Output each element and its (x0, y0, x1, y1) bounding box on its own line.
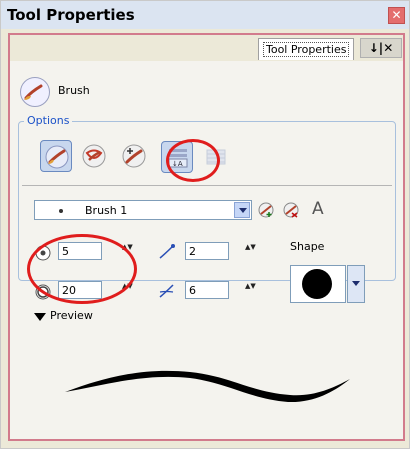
brush-preset-dropdown[interactable]: Brush 1 (34, 200, 252, 220)
tool-properties-panel: Tool Properties ↓|✕ Brush Options ↓A Bru… (8, 33, 405, 441)
font-icon[interactable]: A (312, 199, 324, 219)
contour-smoothness-field[interactable]: 6 (185, 281, 229, 299)
brush-mode-icon[interactable] (40, 140, 72, 172)
preset-dot-icon (59, 209, 63, 213)
chevron-down-icon[interactable] (234, 202, 250, 218)
repaint-brush-icon[interactable] (78, 140, 110, 172)
tab-bar: Tool Properties ↓|✕ (10, 35, 403, 61)
shape-preview[interactable] (290, 265, 346, 303)
contour-smoothness-spinner[interactable]: ▲▼ (245, 283, 256, 297)
tab-label: Tool Properties (263, 42, 350, 57)
separator (22, 185, 392, 186)
highlight-circle (166, 139, 220, 182)
title-bar[interactable]: Tool Properties ✕ (1, 1, 409, 29)
tool-name: Brush (58, 84, 90, 97)
options-legend: Options (24, 114, 73, 127)
add-brush-icon[interactable] (118, 140, 150, 172)
tab-tool-properties[interactable]: Tool Properties (258, 38, 354, 60)
contour-smoothness-icon (158, 282, 176, 300)
preset-value: Brush 1 (85, 204, 128, 217)
smoothness-field[interactable]: 2 (185, 242, 229, 260)
stroke-preview (65, 370, 350, 403)
shape-label: Shape (290, 240, 325, 253)
smoothness-spinner[interactable]: ▲▼ (245, 244, 256, 258)
close-icon[interactable]: ✕ (388, 7, 405, 24)
new-preset-icon[interactable] (257, 201, 275, 219)
delete-preset-icon[interactable] (282, 201, 300, 219)
highlight-circle (27, 234, 137, 304)
tool-properties-window: Tool Properties ✕ Tool Properties ↓|✕ Br… (0, 0, 410, 449)
circle-shape-icon (302, 269, 332, 299)
preview-label: Preview (50, 309, 93, 322)
triangle-down-icon (34, 313, 46, 321)
smoothness-icon (158, 243, 176, 261)
window-title: Tool Properties (7, 6, 135, 24)
panel-menu-button[interactable]: ↓|✕ (360, 38, 402, 58)
shape-dropdown-arrow[interactable] (347, 265, 365, 303)
brush-icon (20, 77, 50, 107)
